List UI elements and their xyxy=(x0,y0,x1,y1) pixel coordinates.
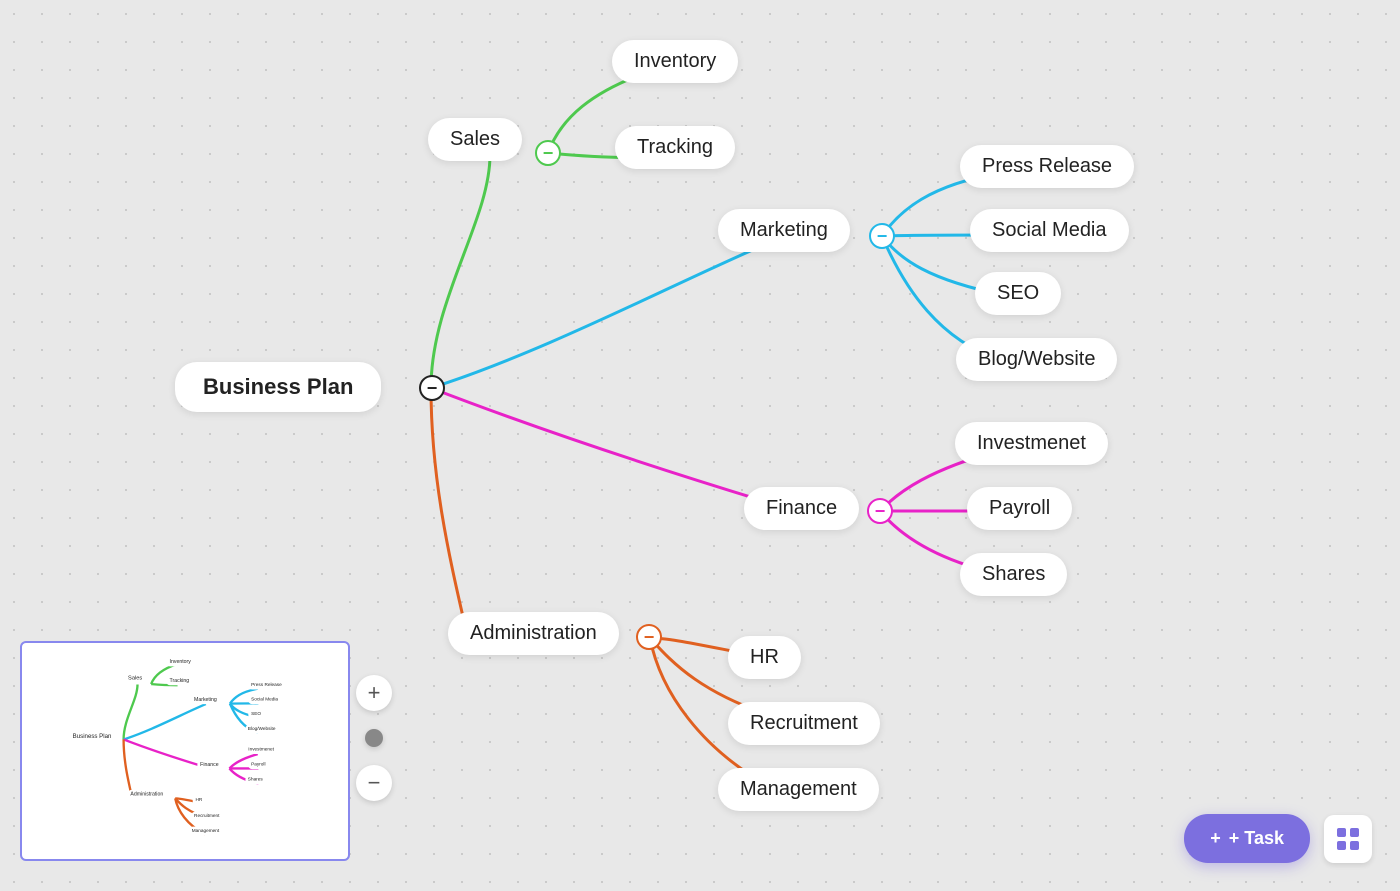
collapse-marketing[interactable]: − xyxy=(869,223,895,249)
node-press-release[interactable]: Press Release xyxy=(960,145,1134,188)
svg-text:SEO: SEO xyxy=(251,711,261,716)
svg-text:Shares: Shares xyxy=(248,777,264,782)
svg-text:Blog/Website: Blog/Website xyxy=(248,726,276,731)
collapse-center[interactable]: − xyxy=(419,375,445,401)
task-button[interactable]: + + Task xyxy=(1184,814,1310,863)
zoom-out-button[interactable]: − xyxy=(356,765,392,801)
task-label: + Task xyxy=(1229,828,1284,849)
node-social-media[interactable]: Social Media xyxy=(970,209,1129,252)
node-payroll[interactable]: Payroll xyxy=(967,487,1072,530)
node-investmenet[interactable]: Investmenet xyxy=(955,422,1108,465)
node-hr[interactable]: HR xyxy=(728,636,801,679)
zoom-controls: + − xyxy=(356,675,392,801)
svg-text:HR: HR xyxy=(195,797,202,802)
svg-text:Press Release: Press Release xyxy=(251,682,282,687)
svg-text:Administration: Administration xyxy=(130,792,163,798)
node-finance[interactable]: Finance xyxy=(744,487,859,530)
svg-text:Management: Management xyxy=(192,828,220,833)
node-seo[interactable]: SEO xyxy=(975,272,1061,315)
collapse-administration[interactable]: − xyxy=(636,624,662,650)
node-shares[interactable]: Shares xyxy=(960,553,1067,596)
node-business-plan[interactable]: Business Plan xyxy=(175,362,381,412)
node-recruitment[interactable]: Recruitment xyxy=(728,702,880,745)
collapse-finance[interactable]: − xyxy=(867,498,893,524)
svg-text:Inventory: Inventory xyxy=(170,659,192,665)
minimap-svg: Business Plan Sales Inventory Tracking M… xyxy=(22,643,350,861)
node-marketing[interactable]: Marketing xyxy=(718,209,850,252)
zoom-in-button[interactable]: + xyxy=(356,675,392,711)
task-plus-icon: + xyxy=(1210,828,1221,849)
svg-text:Business Plan: Business Plan xyxy=(73,733,112,740)
svg-text:Recruitment: Recruitment xyxy=(194,813,220,818)
zoom-dot xyxy=(365,729,383,747)
minimap: Business Plan Sales Inventory Tracking M… xyxy=(20,641,350,861)
svg-text:Finance: Finance xyxy=(200,762,219,768)
node-inventory[interactable]: Inventory xyxy=(612,40,738,83)
svg-text:Investmenet: Investmenet xyxy=(248,747,274,752)
svg-text:Sales: Sales xyxy=(128,675,142,681)
svg-text:Payroll: Payroll xyxy=(251,762,265,767)
grid-icon xyxy=(1335,826,1361,852)
grid-button[interactable] xyxy=(1324,815,1372,863)
node-tracking[interactable]: Tracking xyxy=(615,126,735,169)
collapse-sales[interactable]: − xyxy=(535,140,561,166)
node-sales[interactable]: Sales xyxy=(428,118,522,161)
node-administration[interactable]: Administration xyxy=(448,612,619,655)
node-blog-website[interactable]: Blog/Website xyxy=(956,338,1117,381)
svg-text:Social Media: Social Media xyxy=(251,697,278,702)
node-management[interactable]: Management xyxy=(718,768,879,811)
svg-text:Tracking: Tracking xyxy=(170,678,190,684)
svg-text:Marketing: Marketing xyxy=(194,697,217,703)
